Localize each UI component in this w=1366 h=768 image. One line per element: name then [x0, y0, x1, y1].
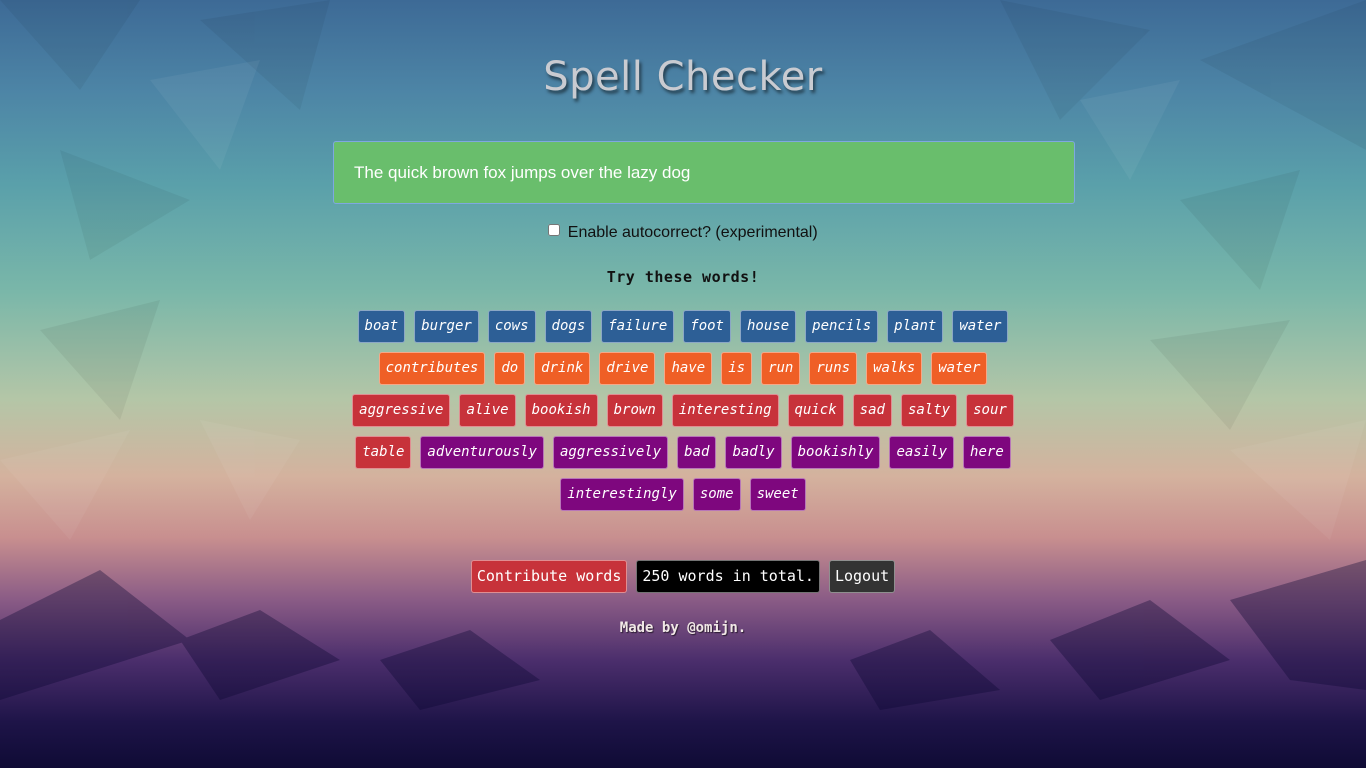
word-chip[interactable]: sad: [852, 394, 892, 427]
word-chip[interactable]: badly: [725, 436, 782, 469]
app-title: Spell Checker: [543, 54, 823, 100]
contribute-words-button[interactable]: Contribute words: [470, 560, 628, 593]
word-chip[interactable]: boat: [357, 310, 406, 343]
word-row-verbs: contributes do drink drive have is run r…: [333, 352, 1033, 385]
credit-prefix: Made by: [619, 620, 688, 636]
word-chip[interactable]: sweet: [749, 478, 806, 511]
word-chip[interactable]: bad: [677, 436, 717, 469]
suggestions-heading: Try these words!: [606, 268, 760, 286]
word-count-badge: 250 words in total.: [636, 560, 820, 593]
word-chip[interactable]: interesting: [671, 394, 779, 427]
word-chip[interactable]: do: [494, 352, 526, 385]
word-chip[interactable]: is: [721, 352, 753, 385]
word-chip[interactable]: interestingly: [560, 478, 684, 511]
word-chip[interactable]: adventurously: [420, 436, 544, 469]
word-chip[interactable]: foot: [683, 310, 731, 343]
autocorrect-checkbox[interactable]: [548, 224, 561, 236]
word-chip[interactable]: have: [664, 352, 713, 385]
word-chip[interactable]: contributes: [378, 352, 486, 385]
word-chip[interactable]: aggressively: [552, 436, 669, 469]
autocorrect-label: Enable autocorrect? (experimental): [567, 224, 818, 241]
word-chip[interactable]: plant: [887, 310, 944, 343]
word-chip[interactable]: drink: [534, 352, 591, 385]
credit-line: Made by @omijn.: [0, 620, 1366, 636]
word-chip[interactable]: pencils: [805, 310, 879, 343]
word-chip[interactable]: bookishly: [790, 436, 881, 469]
footer-actions: Contribute words 250 words in total. Log…: [0, 560, 1366, 593]
spellcheck-input[interactable]: [333, 141, 1075, 204]
word-chip[interactable]: dogs: [544, 310, 593, 343]
autocorrect-option: Enable autocorrect? (experimental): [0, 224, 1366, 242]
word-chip[interactable]: water: [931, 352, 988, 385]
word-chip[interactable]: drive: [599, 352, 656, 385]
word-chip[interactable]: easily: [889, 436, 955, 469]
word-chip[interactable]: runs: [809, 352, 858, 385]
word-row-nouns: boat burger cows dogs failure foot house…: [333, 310, 1033, 343]
logout-button[interactable]: Logout: [828, 560, 896, 593]
word-chip[interactable]: failure: [601, 310, 675, 343]
word-row-adjectives: aggressive alive bookish brown interesti…: [333, 394, 1033, 427]
word-chip[interactable]: some: [692, 478, 741, 511]
word-chip[interactable]: sour: [966, 394, 1014, 427]
word-chip[interactable]: alive: [459, 394, 516, 427]
word-chip[interactable]: salty: [900, 394, 958, 427]
word-chip[interactable]: run: [761, 352, 801, 385]
word-chip[interactable]: aggressive: [352, 394, 451, 427]
author-link[interactable]: @omijn: [687, 620, 738, 636]
word-chip[interactable]: walks: [866, 352, 923, 385]
word-chip[interactable]: brown: [606, 394, 663, 427]
word-chip[interactable]: bookish: [524, 394, 598, 427]
word-row-mixed: table adventurously aggressively bad bad…: [333, 436, 1033, 469]
credit-suffix: .: [737, 620, 747, 636]
word-chip[interactable]: water: [952, 310, 1009, 343]
word-row-adverbs: interestingly some sweet: [333, 478, 1033, 511]
word-chip[interactable]: here: [963, 436, 1011, 469]
word-chip[interactable]: quick: [787, 394, 844, 427]
word-chip[interactable]: table: [355, 436, 412, 469]
word-suggestions: boat burger cows dogs failure foot house…: [333, 310, 1033, 520]
word-chip[interactable]: cows: [487, 310, 536, 343]
word-chip[interactable]: house: [739, 310, 797, 343]
word-chip[interactable]: burger: [414, 310, 479, 343]
